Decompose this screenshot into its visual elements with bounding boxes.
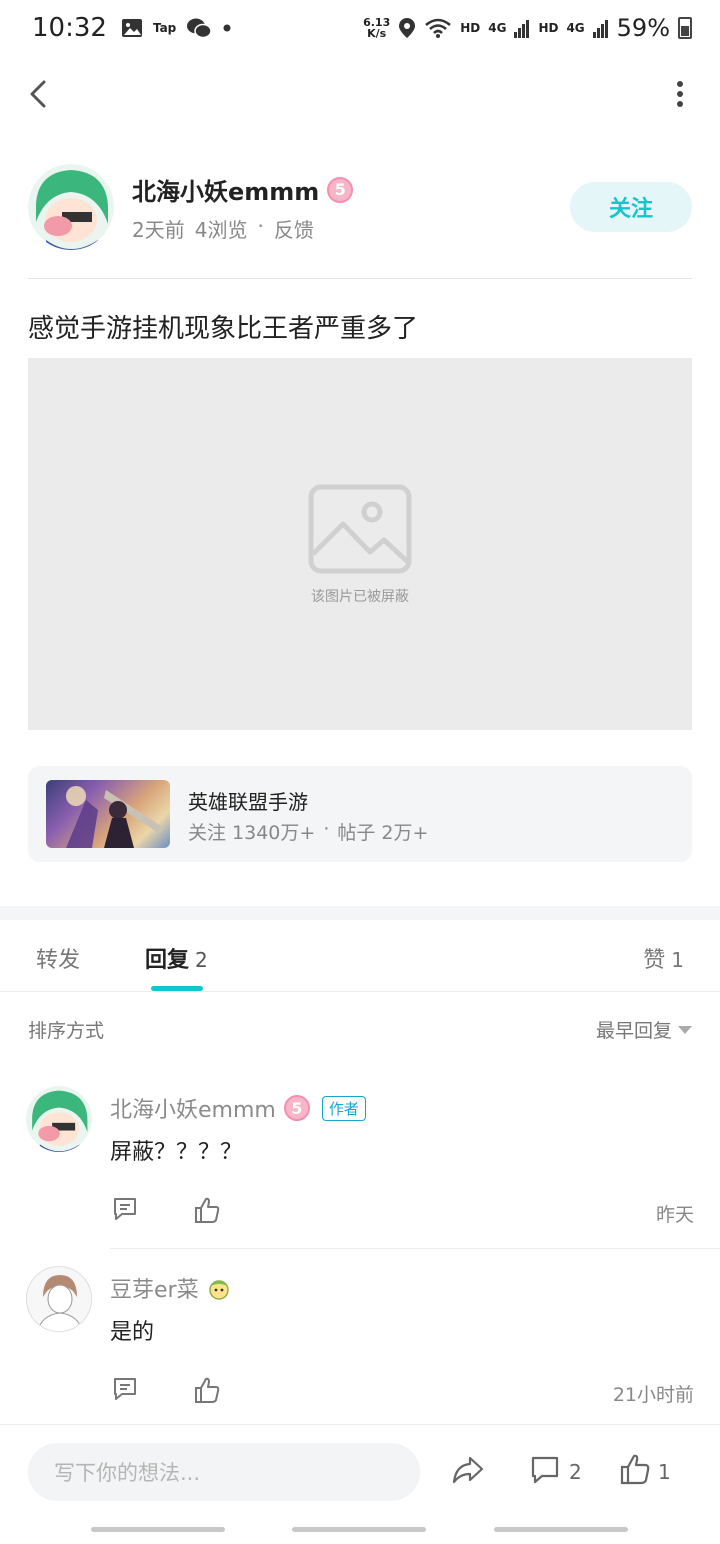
game-card[interactable]: 英雄联盟手游 关注 1340万+ · 帖子 2万+ [28,766,692,862]
like-icon[interactable] [194,1196,220,1224]
reply-item: 豆芽er菜 是的 21小时前 [0,1266,720,1436]
reply-tabs: 转发 回复 2 赞1 [0,920,720,992]
comment-icon[interactable] [112,1196,138,1222]
follow-button[interactable]: 关注 [570,182,692,232]
game-stats: 关注 1340万+ · 帖子 2万+ [188,818,428,845]
likes-count: 1 [671,948,684,972]
game-followers: 关注 1340万+ [188,822,316,844]
author-name-row: 北海小妖emmm 5 [132,172,354,207]
wifi-icon [425,18,452,38]
tap-app-icon: Tap [152,21,177,35]
nav-back-button[interactable] [494,1527,628,1532]
comment-count: 2 [569,1460,582,1484]
comment-icon[interactable] [530,1455,560,1485]
reply-avatar[interactable] [26,1266,92,1332]
network-type: 4G [566,21,585,35]
battery-percent: 59% [616,14,670,42]
nav-recent-button[interactable] [91,1527,225,1532]
network-type: 4G [488,21,507,35]
comment-input[interactable]: 写下你的想法... [28,1443,420,1501]
like-count: 1 [658,1460,671,1484]
post-views: 4浏览 [194,218,248,242]
status-time: 10:32 [32,13,107,43]
reply-actions: 21小时前 [110,1376,694,1408]
tab-likes[interactable]: 赞1 [643,942,684,974]
top-bar [0,60,720,130]
reply-item: 北海小妖emmm 5 作者 屏蔽？？？？ 昨天 [0,1086,720,1256]
divider [28,278,692,279]
post-author-header: 北海小妖emmm 5 2天前 4浏览 · 反馈 关注 [28,160,692,260]
reply-text: 是的 [110,1320,155,1345]
like-icon[interactable] [194,1376,220,1404]
feedback-link[interactable]: 反馈 [274,214,314,243]
more-options-icon[interactable] [676,80,684,108]
author-avatar[interactable] [28,164,114,250]
sort-label: 排序方式 [28,1020,105,1042]
reply-actions: 昨天 [110,1196,694,1228]
post-meta: 2天前 4浏览 · 反馈 [132,214,314,243]
back-arrow-icon[interactable] [24,76,54,112]
reply-author-name[interactable]: 北海小妖emmm [110,1092,276,1124]
notification-icons: Tap [121,17,232,39]
reply-author-row: 北海小妖emmm 5 作者 [110,1092,366,1124]
tab-repost[interactable]: 转发 [36,942,80,974]
author-name[interactable]: 北海小妖emmm [132,172,319,207]
game-thumbnail [46,780,170,848]
image-placeholder-icon [308,484,412,574]
status-bar: 10:32 Tap 6.13 K/s HD 4G HD 4G 59% [0,0,720,56]
active-tab-indicator [151,986,203,991]
sort-selected: 最早回复 [595,1020,672,1042]
battery-icon [678,17,692,39]
wechat-icon [187,18,213,39]
blocked-image-text: 该图片已被屏蔽 [311,589,409,605]
network-speed: 6.13 K/s [363,16,391,40]
post-title: 感觉手游挂机现象比王者严重多了 [28,314,419,344]
location-icon [399,18,416,38]
reply-time: 昨天 [655,1204,694,1226]
post-time: 2天前 [132,218,185,242]
section-gap [0,906,720,920]
replies-count: 2 [195,948,208,972]
game-posts: 帖子 2万+ [337,822,429,844]
blocked-image[interactable]: 该图片已被屏蔽 [28,358,692,730]
like-icon[interactable] [620,1453,650,1485]
level-badge: 5 [327,176,354,203]
nav-home-button[interactable] [292,1527,426,1532]
dropdown-arrow-icon [678,1025,692,1034]
author-tag: 作者 [321,1095,366,1121]
reply-author-row: 豆芽er菜 [110,1272,231,1304]
reply-time: 21小时前 [612,1384,694,1406]
stats-separator: · [323,818,330,840]
dot-icon [223,24,231,32]
system-navigation-bar [0,1518,720,1544]
signal-icon [592,20,608,38]
tab-replies[interactable]: 回复 2 [145,942,208,974]
hd-label: HD [460,21,481,35]
game-name: 英雄联盟手游 [188,790,308,814]
gallery-icon [121,19,142,37]
level-badge: 5 [283,1095,310,1121]
sort-dropdown[interactable]: 最早回复 [596,1016,692,1043]
meta-separator: · [257,214,264,238]
bottom-action-bar: 写下你的想法... 2 1 [0,1424,720,1518]
sort-row: 排序方式 最早回复 [28,1012,692,1046]
share-icon[interactable] [452,1455,484,1485]
hd-label: HD [538,21,559,35]
reply-divider [110,1248,720,1249]
comment-icon[interactable] [112,1376,138,1402]
signal-icon [514,20,530,38]
status-right: 6.13 K/s HD 4G HD 4G 59% [363,14,692,42]
reply-avatar[interactable] [26,1086,92,1152]
sprout-character-icon [208,1280,229,1300]
reply-author-name[interactable]: 豆芽er菜 [110,1272,199,1304]
reply-text: 屏蔽？？？？ [110,1140,243,1165]
